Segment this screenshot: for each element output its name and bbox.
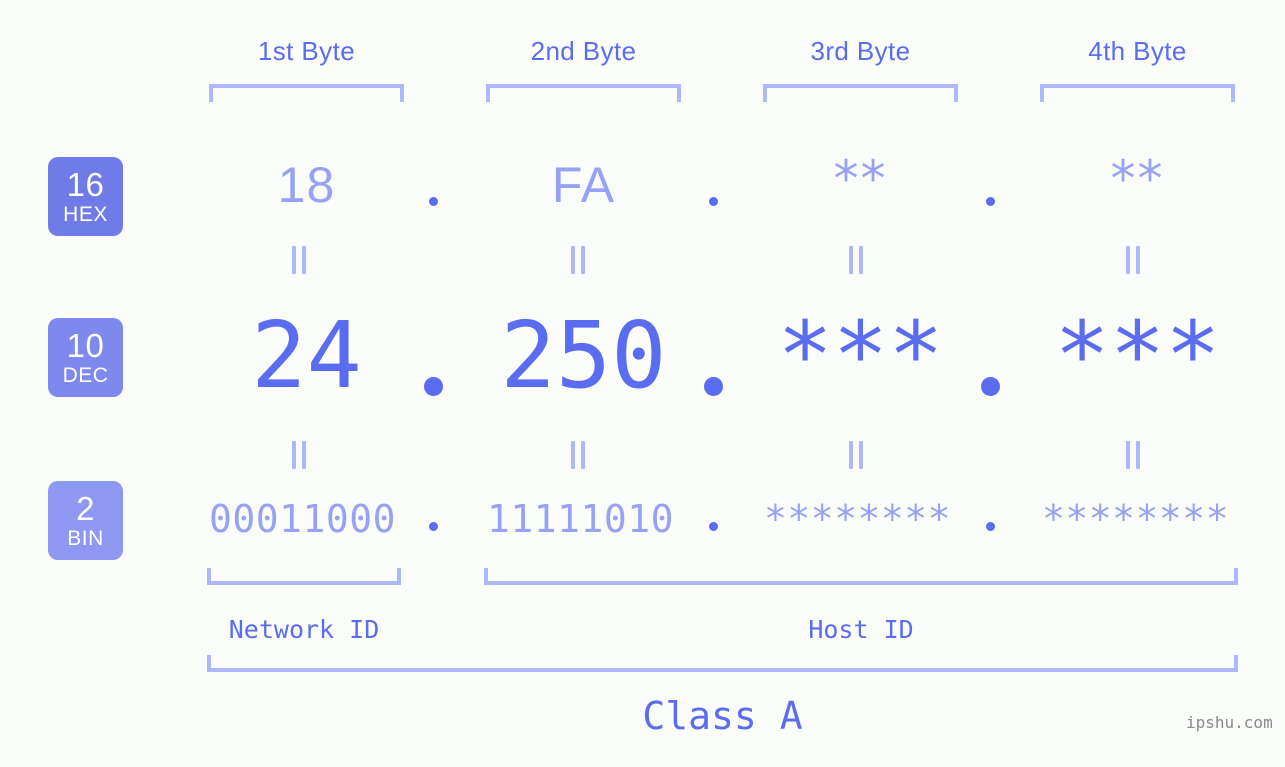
base-badge-dec: 10 DEC <box>48 318 123 397</box>
hex-byte-4-value: ** <box>1110 150 1165 208</box>
byte-bracket-4 <box>1040 84 1235 102</box>
base-badge-bin-number: 2 <box>76 490 95 527</box>
bin-byte-4-value: ******** <box>1041 497 1230 541</box>
byte-bracket-3 <box>763 84 958 102</box>
dec-byte-2-value: 250 <box>500 302 667 409</box>
byte-header-4: 4th Byte <box>1088 36 1187 66</box>
host-id-label: Host ID <box>808 615 914 644</box>
hex-byte-3-value: ** <box>833 150 888 208</box>
bin-byte-3-value: ******** <box>763 497 952 541</box>
dec-separator-dot-3 <box>981 377 1000 396</box>
equals-mark-hex-dec-3 <box>849 246 863 274</box>
byte-bracket-1 <box>209 84 404 102</box>
dec-byte-1-value: 24 <box>251 302 362 409</box>
base-badge-hex-abbr: HEX <box>63 203 108 226</box>
equals-mark-dec-bin-3 <box>849 441 863 469</box>
base-badge-dec-number: 10 <box>66 327 105 364</box>
hex-byte-2-value: FA <box>551 157 616 213</box>
dec-separator-dot-2 <box>704 377 723 396</box>
bin-separator-dot-2 <box>709 522 718 531</box>
base-badge-hex: 16 HEX <box>48 157 123 236</box>
equals-mark-hex-dec-4 <box>1126 246 1140 274</box>
network-id-label: Network ID <box>228 615 380 644</box>
class-label: Class A <box>642 694 803 738</box>
network-id-bracket <box>207 568 401 585</box>
class-bracket <box>207 655 1238 672</box>
bin-byte-2-value: 11111010 <box>486 497 675 541</box>
hex-separator-dot-1 <box>429 197 438 206</box>
equals-mark-dec-bin-2 <box>571 441 585 469</box>
base-badge-bin: 2 BIN <box>48 481 123 560</box>
dec-byte-3-value: *** <box>777 302 944 409</box>
equals-mark-dec-bin-4 <box>1126 441 1140 469</box>
host-id-bracket <box>484 568 1238 585</box>
hex-separator-dot-3 <box>986 197 995 206</box>
bin-separator-dot-3 <box>986 522 995 531</box>
byte-header-1: 1st Byte <box>257 36 356 66</box>
byte-header-2: 2nd Byte <box>530 36 637 66</box>
byte-bracket-2 <box>486 84 681 102</box>
ip-address-breakdown-diagram: 1st Byte 2nd Byte 3rd Byte 4th Byte 16 H… <box>0 0 1285 767</box>
dec-byte-4-value: *** <box>1054 302 1221 409</box>
bin-separator-dot-1 <box>429 522 438 531</box>
dec-separator-dot-1 <box>424 377 443 396</box>
bin-byte-1-value: 00011000 <box>208 497 397 541</box>
equals-mark-hex-dec-1 <box>292 246 306 274</box>
base-badge-hex-number: 16 <box>66 166 105 203</box>
base-badge-dec-abbr: DEC <box>62 364 109 387</box>
site-watermark: ipshu.com <box>1186 713 1273 732</box>
hex-separator-dot-2 <box>709 197 718 206</box>
equals-mark-dec-bin-1 <box>292 441 306 469</box>
hex-byte-1-value: 18 <box>277 157 336 213</box>
base-badge-bin-abbr: BIN <box>67 527 104 550</box>
byte-header-3: 3rd Byte <box>810 36 911 66</box>
equals-mark-hex-dec-2 <box>571 246 585 274</box>
